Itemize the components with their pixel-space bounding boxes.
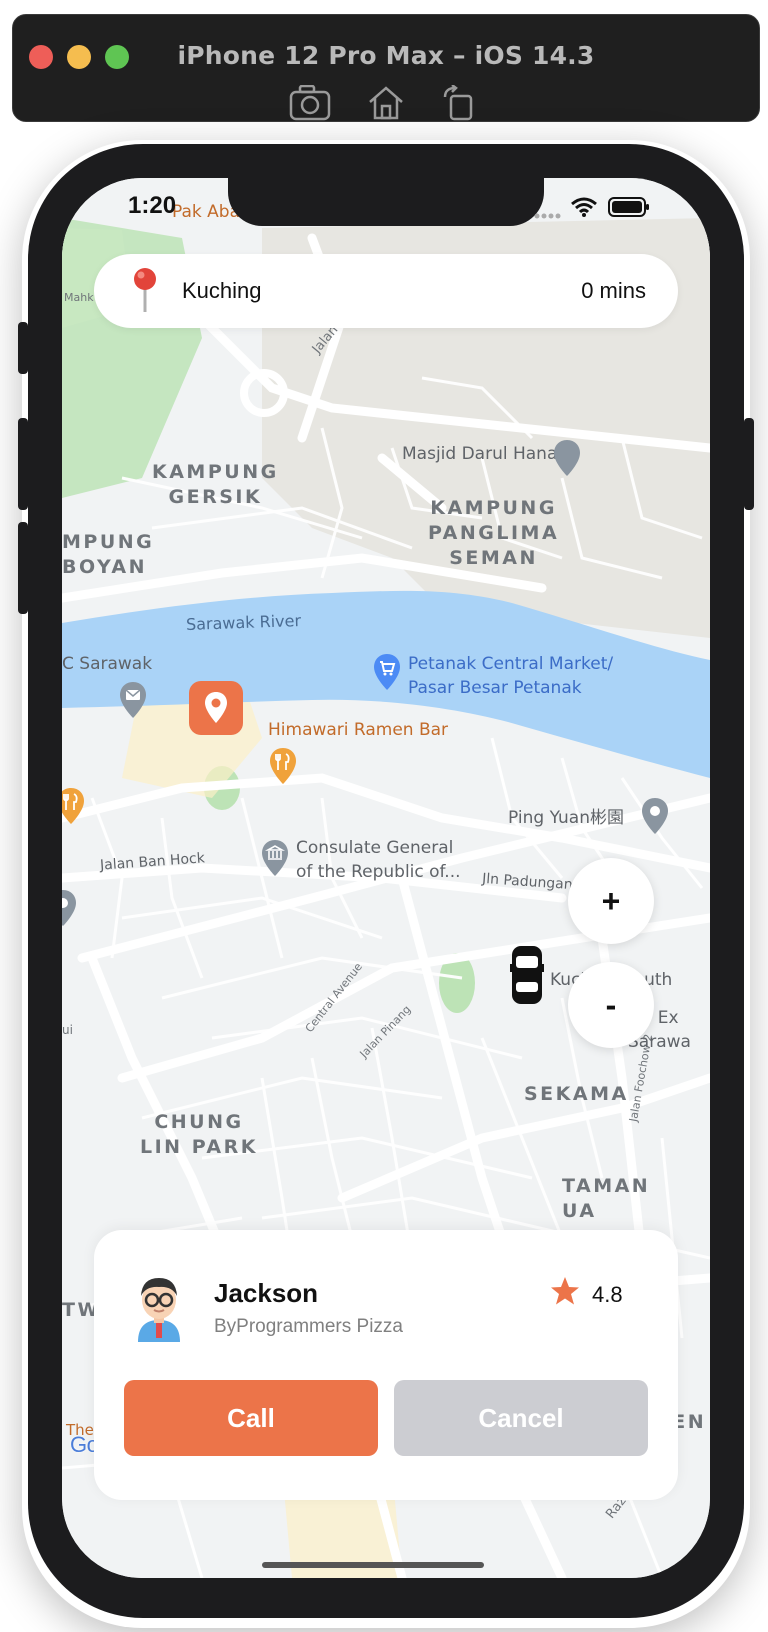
driver-rating: 4.8 bbox=[592, 1282, 623, 1307]
cancel-button[interactable]: Cancel bbox=[394, 1380, 648, 1456]
river-label: Sarawak River bbox=[185, 610, 302, 635]
selected-location-marker-icon[interactable] bbox=[188, 680, 244, 741]
driver-avatar bbox=[132, 1272, 186, 1347]
screenshot-icon[interactable] bbox=[289, 84, 331, 126]
mute-switch bbox=[18, 322, 28, 374]
zoom-out-button[interactable]: - bbox=[568, 962, 654, 1048]
restaurant-pin-left-icon[interactable] bbox=[62, 786, 86, 831]
post-office-pin-icon[interactable] bbox=[118, 680, 148, 725]
poi-sarawak[interactable]: C Sarawak bbox=[62, 652, 152, 676]
app-screen: Pak Aba Pata Mayang Mahk Jalan KAMPUNG G… bbox=[62, 178, 710, 1578]
area-kampung-boyan: MPUNG BOYAN bbox=[62, 531, 155, 578]
eta-label: 0 mins bbox=[581, 278, 646, 303]
area-kampung-gersik: KAMPUNG GERSIK bbox=[152, 461, 279, 508]
driver-name: Jackson bbox=[214, 1278, 319, 1308]
volume-down-button bbox=[18, 522, 28, 614]
power-button bbox=[744, 418, 754, 510]
battery-icon bbox=[608, 196, 650, 223]
home-indicator bbox=[262, 1562, 484, 1568]
driver-info-card: Jackson ByProgrammers Pizza 4.8 Call Can… bbox=[94, 1230, 678, 1500]
poi-consulate-general[interactable]: Consulate General of the Republic of... bbox=[296, 836, 461, 884]
location-pin-icon bbox=[128, 266, 162, 321]
volume-up-button bbox=[18, 418, 28, 510]
poi-petanak-market[interactable]: Petanak Central Market/ Pasar Besar Peta… bbox=[408, 652, 613, 700]
road-ui: ui bbox=[62, 1023, 73, 1037]
driver-subtitle: ByProgrammers Pizza bbox=[214, 1316, 403, 1337]
cellular-signal-icon bbox=[534, 208, 564, 226]
home-icon[interactable] bbox=[367, 85, 405, 126]
poi-mahk: Mahk bbox=[64, 291, 94, 304]
location-name: Kuching bbox=[182, 278, 262, 303]
rotate-icon[interactable] bbox=[441, 84, 477, 126]
car-icon[interactable] bbox=[510, 944, 544, 1011]
status-time: 1:20 bbox=[128, 192, 177, 219]
simulator-title: iPhone 12 Pro Max – iOS 14.3 bbox=[177, 41, 595, 70]
location-bar[interactable]: Kuching 0 mins bbox=[94, 254, 678, 328]
poi-masjid-darul-hana[interactable]: Masjid Darul Hana bbox=[402, 442, 557, 466]
poi-ping-yuan[interactable]: Ping Yuan彬園 bbox=[508, 806, 624, 830]
consulate-pin-icon[interactable] bbox=[260, 838, 290, 883]
area-chung-lin-park: CHUNG LIN PARK bbox=[140, 1111, 258, 1158]
simulator-title-bar: iPhone 12 Pro Max – iOS 14.3 bbox=[12, 14, 760, 122]
ping-yuan-pin-icon[interactable] bbox=[640, 796, 670, 841]
restaurant-pin-icon[interactable] bbox=[268, 746, 298, 791]
zoom-in-button[interactable]: + bbox=[568, 858, 654, 944]
area-taman-ua: TAMAN UA bbox=[562, 1175, 651, 1222]
wifi-icon bbox=[570, 196, 598, 223]
notch bbox=[228, 178, 544, 226]
poi-himawari-ramen-bar[interactable]: Himawari Ramen Bar bbox=[268, 718, 448, 742]
shopping-pin-icon[interactable] bbox=[372, 652, 402, 697]
area-sekama: SEKAMA bbox=[524, 1083, 629, 1105]
area-kampung-panglima-seman: KAMPUNG PANGLIMA SEMAN bbox=[428, 497, 560, 569]
call-button[interactable]: Call bbox=[124, 1380, 378, 1456]
edge-pin-icon[interactable] bbox=[62, 888, 78, 933]
star-icon bbox=[550, 1276, 580, 1311]
mosque-pin-icon[interactable] bbox=[552, 438, 582, 483]
